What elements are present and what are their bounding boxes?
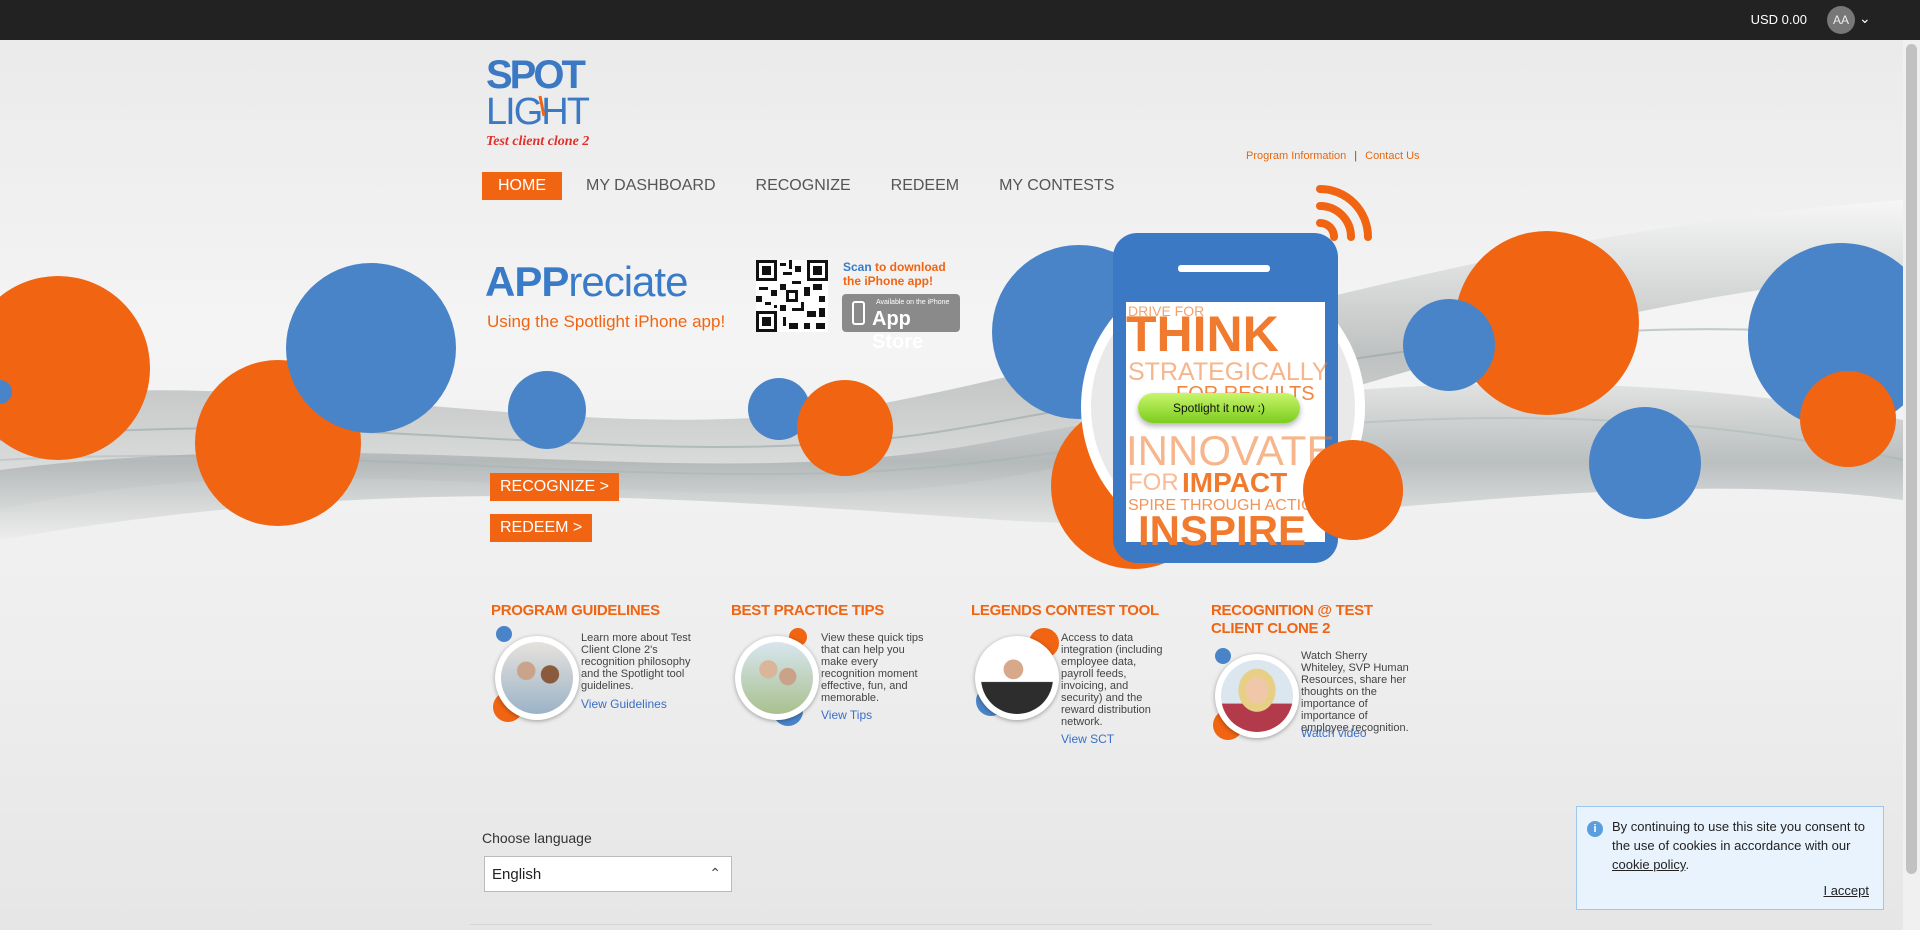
- language-selected-value: English: [492, 866, 542, 883]
- cookie-policy-link[interactable]: cookie policy: [1612, 857, 1685, 872]
- decor-dot: [496, 626, 512, 642]
- guidelines-thumbnail[interactable]: [491, 626, 587, 726]
- scan-line2: the iPhone app!: [843, 274, 933, 288]
- view-sct-link[interactable]: View SCT: [1061, 732, 1114, 746]
- scan-rest: to download: [871, 260, 946, 274]
- recognize-button[interactable]: RECOGNIZE >: [490, 473, 619, 501]
- couple-photo: [741, 642, 813, 714]
- svg-text:STRATEGICALLY: STRATEGICALLY: [1128, 358, 1329, 386]
- feature-description: View these quick tips that can help you …: [821, 632, 924, 704]
- cookie-consent-banner: i By continuing to use this site you con…: [1576, 806, 1884, 910]
- svg-text:FOR: FOR: [1128, 469, 1179, 496]
- feature-best-practice-tips: BEST PRACTICE TIPS View these quick tips…: [731, 602, 946, 726]
- feature-description: Watch Sherry Whiteley, SVP Human Resourc…: [1301, 650, 1409, 734]
- svg-text:THINK: THINK: [1126, 306, 1279, 362]
- info-icon: i: [1587, 821, 1603, 837]
- nav-redeem[interactable]: REDEEM: [871, 172, 979, 200]
- spotlight-it-now-button[interactable]: Spotlight it now :): [1138, 393, 1300, 423]
- svg-text:INSPIRE: INSPIRE: [1138, 507, 1306, 554]
- scan-instructions: Scan to download the iPhone app!: [843, 260, 946, 288]
- sct-thumbnail[interactable]: [971, 628, 1067, 726]
- appreciate-title-bold: APP: [485, 258, 569, 305]
- footer-divider: [470, 924, 1432, 925]
- feature-description: Access to data integration (including em…: [1061, 632, 1163, 728]
- app-store-big-text: App Store: [872, 308, 924, 353]
- feature-program-guidelines: PROGRAM GUIDELINES Learn more about Test…: [491, 602, 706, 722]
- avatar[interactable]: AA: [1827, 6, 1855, 34]
- cookie-text: By continuing to use this site you conse…: [1612, 817, 1872, 874]
- logo-line2: LIGHT: [486, 91, 590, 133]
- nav-my-contests[interactable]: MY CONTESTS: [979, 172, 1134, 200]
- page-scrollbar[interactable]: [1903, 40, 1920, 930]
- speaker-photo: [1221, 660, 1293, 732]
- view-tips-link[interactable]: View Tips: [821, 708, 872, 722]
- redeem-button[interactable]: REDEEM >: [490, 514, 593, 542]
- nav-my-dashboard[interactable]: MY DASHBOARD: [566, 172, 736, 200]
- video-thumbnail[interactable]: [1211, 648, 1307, 744]
- feature-title: BEST PRACTICE TIPS: [731, 602, 884, 619]
- spotlight-logo-mark: SPOT LIGHT Test client clone 2: [486, 53, 592, 149]
- feature-legends-contest-tool: LEGENDS CONTEST TOOL Access to data inte…: [971, 602, 1186, 746]
- iphone-icon: [852, 301, 865, 325]
- app-store-badge[interactable]: Available on the iPhone App Store: [842, 294, 960, 353]
- businessman-photo: [981, 642, 1053, 714]
- app-store-small-text: Available on the iPhone: [876, 299, 950, 306]
- choose-language-label: Choose language: [482, 830, 592, 846]
- scan-word: Scan: [843, 260, 872, 274]
- feature-recognition-video: RECOGNITION @ TEST CLIENT CLONE 2 Watch …: [1211, 602, 1426, 740]
- header-links: Program Information | Contact Us: [1246, 150, 1420, 162]
- logo-tagline: Test client clone 2: [486, 134, 589, 149]
- cookie-text-after: .: [1685, 857, 1690, 872]
- svg-text:IMPACT: IMPACT: [1182, 467, 1287, 498]
- top-bar: USD 0.00 AA ⌄: [0, 0, 1920, 40]
- chevron-up-icon: ⌃: [709, 865, 721, 881]
- people-photo: [501, 642, 573, 714]
- appreciate-title-rest: reciate: [568, 258, 688, 305]
- qr-code: [756, 260, 828, 332]
- feature-title: RECOGNITION @ TEST CLIENT CLONE 2: [1211, 602, 1373, 637]
- feature-description: Learn more about Test Client Clone 2's r…: [581, 632, 691, 692]
- watch-video-link[interactable]: Watch video: [1301, 726, 1367, 740]
- chevron-down-icon[interactable]: ⌄: [1859, 10, 1871, 27]
- nav-recognize[interactable]: RECOGNIZE: [736, 172, 871, 200]
- contact-us-link[interactable]: Contact Us: [1365, 150, 1419, 162]
- appreciate-subtitle: Using the Spotlight iPhone app!: [487, 312, 726, 331]
- tips-thumbnail[interactable]: [731, 628, 827, 726]
- feature-title: LEGENDS CONTEST TOOL: [971, 602, 1159, 619]
- accept-cookies-button[interactable]: I accept: [1823, 883, 1869, 898]
- scrollbar-thumb[interactable]: [1906, 44, 1917, 874]
- balance-display: USD 0.00: [1750, 12, 1807, 27]
- language-select[interactable]: English ⌃: [484, 856, 732, 892]
- view-guidelines-link[interactable]: View Guidelines: [581, 697, 667, 711]
- decor-dot: [1215, 648, 1231, 664]
- spotlight-logo[interactable]: SPOT LIGHT Test client clone 2: [482, 52, 612, 152]
- link-separator: |: [1354, 150, 1358, 162]
- program-information-link[interactable]: Program Information: [1246, 150, 1346, 162]
- cookie-text-before: By continuing to use this site you conse…: [1612, 819, 1865, 853]
- main-nav: HOME MY DASHBOARD RECOGNIZE REDEEM MY CO…: [482, 172, 1134, 200]
- feature-title: PROGRAM GUIDELINES: [491, 602, 660, 619]
- appreciate-title: APPreciate: [485, 258, 688, 306]
- nav-home[interactable]: HOME: [482, 172, 562, 200]
